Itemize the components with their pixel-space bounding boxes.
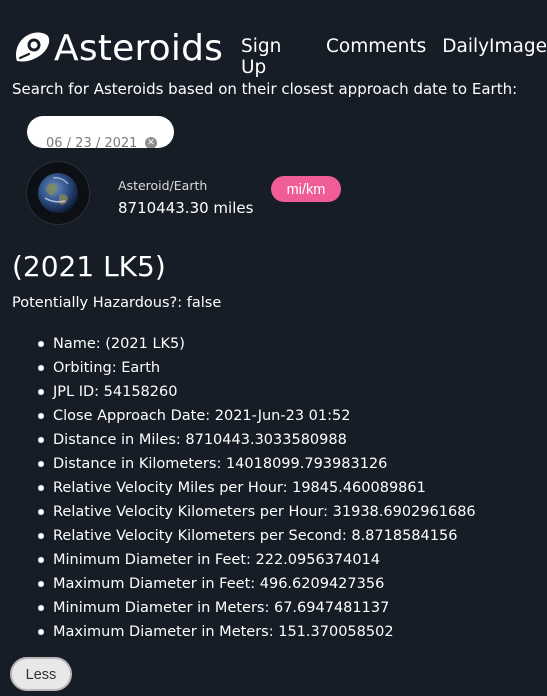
- detail-jpl-id: JPL ID: 54158260: [12, 384, 476, 408]
- distance-label: Asteroid/Earth: [118, 178, 208, 193]
- detail-name: Name: (2021 LK5): [12, 336, 476, 360]
- brand-title[interactable]: Asteroids: [54, 28, 223, 69]
- detail-velocity-mph: Relative Velocity Miles per Hour: 19845.…: [12, 480, 476, 504]
- search-tagline: Search for Asteroids based on their clos…: [12, 80, 518, 98]
- detail-min-diameter-feet: Minimum Diameter in Feet: 222.0956374014: [12, 552, 476, 576]
- hazard-status: Potentially Hazardous?: false: [12, 295, 222, 311]
- header: Asteroids: [10, 24, 223, 72]
- detail-distance-km: Distance in Kilometers: 14018099.7939831…: [12, 456, 476, 480]
- earth-icon: [27, 162, 89, 224]
- detail-orbiting: Orbiting: Earth: [12, 360, 476, 384]
- nav-sign-up[interactable]: Sign Up: [241, 36, 310, 78]
- asteroid-logo-icon[interactable]: [10, 27, 52, 69]
- asteroid-details-list: Name: (2021 LK5) Orbiting: Earth JPL ID:…: [12, 336, 476, 648]
- detail-close-approach-date: Close Approach Date: 2021-Jun-23 01:52: [12, 408, 476, 432]
- nav-comments[interactable]: Comments: [326, 36, 426, 78]
- less-button[interactable]: Less: [10, 657, 72, 691]
- detail-max-diameter-meters: Maximum Diameter in Meters: 151.37005850…: [12, 624, 476, 648]
- asteroid-title: (2021 LK5): [12, 250, 166, 283]
- detail-velocity-kph: Relative Velocity Kilometers per Hour: 3…: [12, 504, 476, 528]
- clear-icon[interactable]: ✕: [145, 137, 157, 148]
- detail-min-diameter-meters: Minimum Diameter in Meters: 67.694748113…: [12, 600, 476, 624]
- main-nav: Sign Up Comments DailyImage: [241, 36, 547, 78]
- distance-value: 8710443.30 miles: [118, 199, 254, 217]
- date-input-value[interactable]: 06 / 23 / 2021: [46, 136, 137, 148]
- unit-toggle-button[interactable]: mi/km: [271, 176, 341, 202]
- detail-distance-miles: Distance in Miles: 8710443.3033580988: [12, 432, 476, 456]
- detail-velocity-kps: Relative Velocity Kilometers per Second:…: [12, 528, 476, 552]
- nav-daily-image[interactable]: DailyImage: [442, 36, 547, 78]
- date-input[interactable]: 06 / 23 / 2021 ✕: [27, 116, 174, 148]
- detail-max-diameter-feet: Maximum Diameter in Feet: 496.6209427356: [12, 576, 476, 600]
